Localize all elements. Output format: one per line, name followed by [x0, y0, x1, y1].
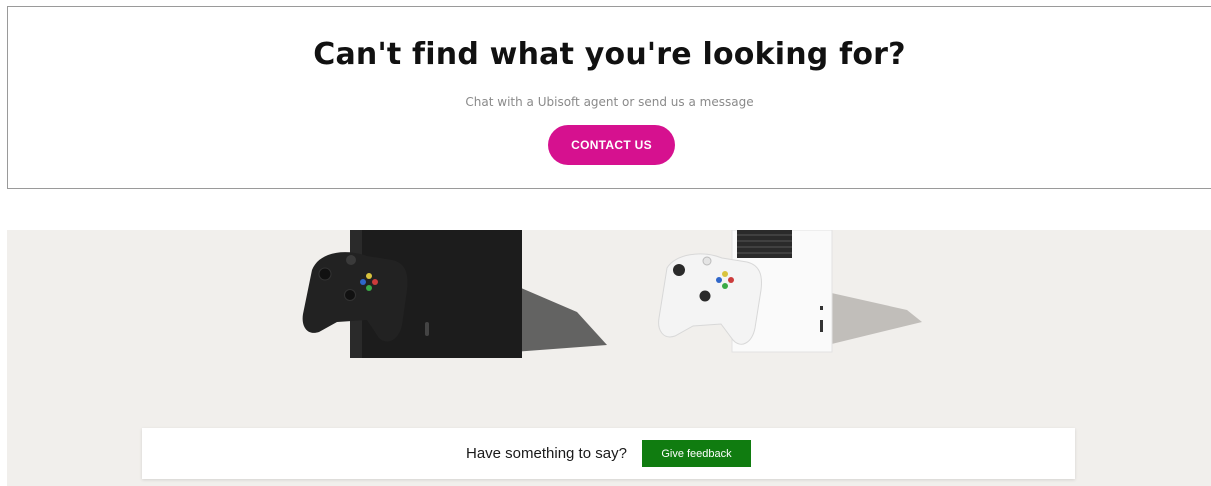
feedback-bar: Have something to say? Give feedback: [142, 428, 1075, 479]
contact-card: Can't find what you're looking for? Chat…: [7, 6, 1211, 189]
contact-title: Can't find what you're looking for?: [313, 37, 906, 72]
give-feedback-button[interactable]: Give feedback: [642, 440, 751, 467]
contact-us-button[interactable]: CONTACT US: [548, 125, 675, 165]
contact-subtitle: Chat with a Ubisoft agent or send us a m…: [465, 95, 754, 109]
white-controller: [658, 253, 762, 345]
feedback-prompt: Have something to say?: [466, 445, 627, 462]
